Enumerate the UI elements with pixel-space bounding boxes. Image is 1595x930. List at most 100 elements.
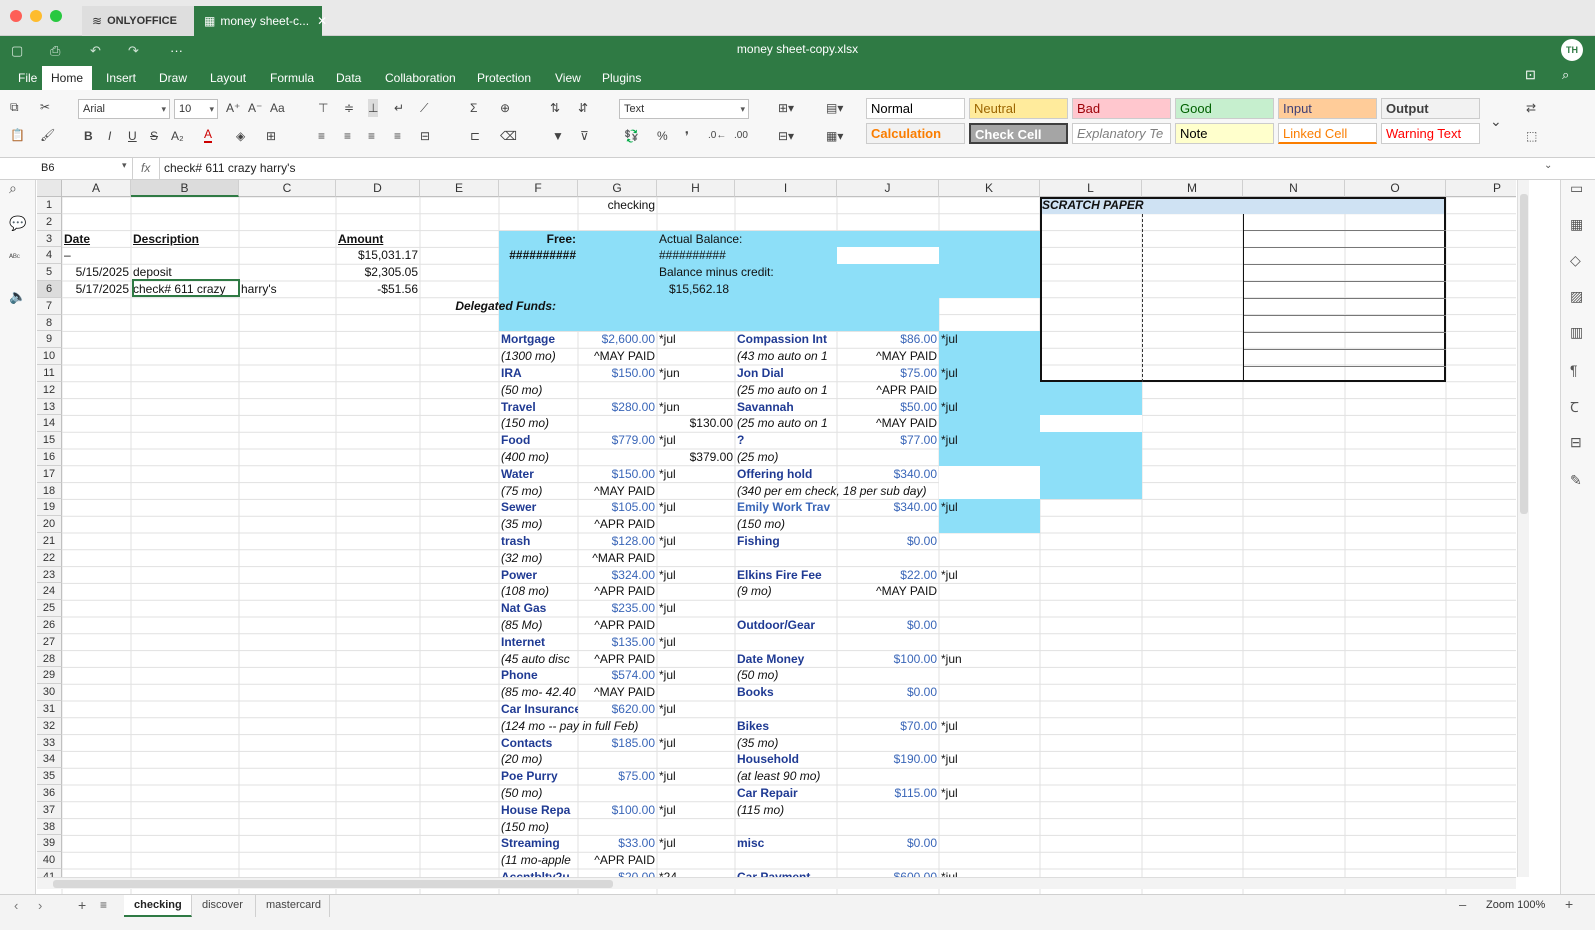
format-painter-icon[interactable]: 🖌 (40, 126, 55, 144)
text-art-settings-icon[interactable]: Ꞇ (1570, 398, 1579, 417)
column-header-k[interactable]: K (939, 180, 1040, 197)
cell-i21[interactable]: Fishing (735, 533, 837, 550)
cell-i28[interactable]: Date Money (735, 651, 837, 668)
row-header-8[interactable]: 8 (37, 314, 62, 332)
cell-i35[interactable]: (at least 90 mo) (735, 768, 837, 785)
row-header-33[interactable]: 33 (37, 734, 62, 752)
cell-g29[interactable]: $574.00 (578, 667, 657, 684)
accounting-icon[interactable]: 💱 (624, 127, 639, 145)
cut-icon[interactable]: ✂ (40, 98, 50, 116)
row-header-4[interactable]: 4 (37, 247, 62, 265)
menu-insert[interactable]: Insert (97, 66, 145, 90)
cell-i39[interactable]: misc (735, 835, 837, 852)
align-left-icon[interactable]: ≡ (318, 127, 325, 145)
cell-f39[interactable]: Streaming (499, 835, 578, 852)
menu-protection[interactable]: Protection (468, 66, 540, 90)
paragraph-settings-icon[interactable]: ¶ (1570, 362, 1578, 378)
column-header-i[interactable]: I (735, 180, 837, 197)
cell-h3[interactable]: Actual Balance: (657, 231, 891, 248)
cell-i24[interactable]: (9 mo) (735, 583, 837, 600)
percent-icon[interactable]: % (657, 127, 668, 145)
signature-settings-icon[interactable]: ✎ (1570, 472, 1582, 489)
cell-f25[interactable]: Nat Gas (499, 600, 578, 617)
cell-g39[interactable]: $33.00 (578, 835, 657, 852)
cell-g22[interactable]: ^MAR PAID (578, 550, 657, 567)
cell-g33[interactable]: $185.00 (578, 735, 657, 752)
cell-i9[interactable]: Compassion Int (735, 331, 837, 348)
cell-f11[interactable]: IRA (499, 365, 578, 382)
cell-g13[interactable]: $280.00 (578, 399, 657, 416)
column-header-g[interactable]: G (578, 180, 657, 197)
row-header-27[interactable]: 27 (37, 633, 62, 651)
bold-icon[interactable]: B (84, 127, 93, 145)
row-header-38[interactable]: 38 (37, 818, 62, 836)
cell-k11[interactable]: *jul (939, 365, 1040, 382)
cell-h35[interactable]: *jul (657, 768, 735, 785)
row-header-12[interactable]: 12 (37, 381, 62, 399)
delete-cells-icon[interactable]: ⊟▾ (778, 127, 794, 145)
cell-g10[interactable]: ^MAY PAID (578, 348, 657, 365)
align-right-icon[interactable]: ≡ (368, 127, 375, 145)
cell-j24[interactable]: ^MAY PAID (837, 583, 939, 600)
cell-f30[interactable]: (85 mo- 42.40 (499, 684, 578, 701)
row-header-20[interactable]: 20 (37, 516, 62, 533)
underline-icon[interactable]: U (128, 127, 137, 145)
cell-g25[interactable]: $235.00 (578, 600, 657, 617)
column-header-e[interactable]: E (420, 180, 499, 197)
sheet-tab-mastercard[interactable]: mastercard (256, 895, 330, 917)
cell-j9[interactable]: $86.00 (837, 331, 939, 348)
menu-view[interactable]: View (546, 66, 590, 90)
row-header-5[interactable]: 5 (37, 264, 62, 281)
cell-g37[interactable]: $100.00 (578, 802, 657, 819)
fill-color-icon[interactable]: ◈ (236, 127, 245, 145)
shape-settings-icon[interactable]: ◇ (1570, 252, 1581, 269)
cell-g15[interactable]: $779.00 (578, 432, 657, 449)
cell-i29[interactable]: (50 mo) (735, 667, 837, 684)
expand-formula-icon[interactable]: ⌄ (1544, 160, 1552, 171)
row-header-36[interactable]: 36 (37, 785, 62, 802)
row-header-3[interactable]: 3 (37, 230, 62, 248)
vertical-scroll-thumb[interactable] (1520, 194, 1528, 514)
menu-file[interactable]: File (9, 66, 46, 90)
close-tab-icon[interactable]: ✕ (317, 14, 327, 28)
cell-h19[interactable]: *jul (657, 499, 735, 516)
filter-icon[interactable]: ▼ (552, 127, 564, 145)
cell-g28[interactable]: ^APR PAID (578, 651, 657, 668)
cell-f26[interactable]: (85 Mo) (499, 617, 578, 634)
name-box[interactable]: B6 (37, 158, 133, 179)
align-bottom-icon[interactable]: ⊥ (368, 99, 379, 117)
cell-f21[interactable]: trash (499, 533, 578, 550)
cell-h5[interactable]: Balance minus credit: (657, 264, 891, 281)
align-middle-icon[interactable]: ≑ (344, 99, 354, 117)
row-header-22[interactable]: 22 (37, 549, 62, 567)
cell-i23[interactable]: Elkins Fire Fee (735, 567, 837, 584)
sheet-tab-discover[interactable]: discover (192, 895, 256, 917)
cell-settings-icon[interactable]: ▭ (1570, 180, 1583, 197)
menu-plugins[interactable]: Plugins (593, 66, 650, 90)
cell-f12[interactable]: (50 mo) (499, 382, 578, 399)
cell-f24[interactable]: (108 mo) (499, 583, 578, 600)
cell-b3[interactable]: Description (131, 231, 239, 248)
spreadsheet-grid[interactable]: ABCDEFGHIJKLMNOP 1 2 3 4 5 6 7 8 9 10 11 12 13 14 15 16… (37, 180, 1516, 894)
cell-h17[interactable]: *jul (657, 466, 735, 483)
cell-i32[interactable]: Bikes (735, 718, 837, 735)
cell-h11[interactable]: *jun (657, 365, 735, 382)
cell-g20[interactable]: ^APR PAID (578, 516, 657, 533)
cell-h6[interactable]: $15,562.18 (657, 281, 891, 298)
menu-draw[interactable]: Draw (150, 66, 196, 90)
cell-h31[interactable]: *jul (657, 701, 735, 718)
column-header-c[interactable]: C (239, 180, 336, 197)
cell-i14[interactable]: (25 mo auto on 1 (735, 415, 837, 432)
increase-font-icon[interactable]: A⁺ (226, 99, 240, 117)
cell-j17[interactable]: $340.00 (837, 466, 939, 483)
cell-i34[interactable]: Household (735, 751, 837, 768)
search-icon[interactable]: ⌕ (9, 180, 17, 197)
cell-a4[interactable]: – (62, 247, 131, 264)
comments-icon[interactable]: 💬 (9, 215, 26, 232)
row-header-6[interactable]: 6 (37, 281, 62, 298)
row-header-15[interactable]: 15 (37, 432, 62, 449)
italic-icon[interactable]: I (108, 127, 111, 145)
cell-g30[interactable]: ^MAY PAID (578, 684, 657, 701)
styles-expand-icon[interactable]: ⌄ (1490, 112, 1502, 130)
row-header-2[interactable]: 2 (37, 213, 62, 231)
